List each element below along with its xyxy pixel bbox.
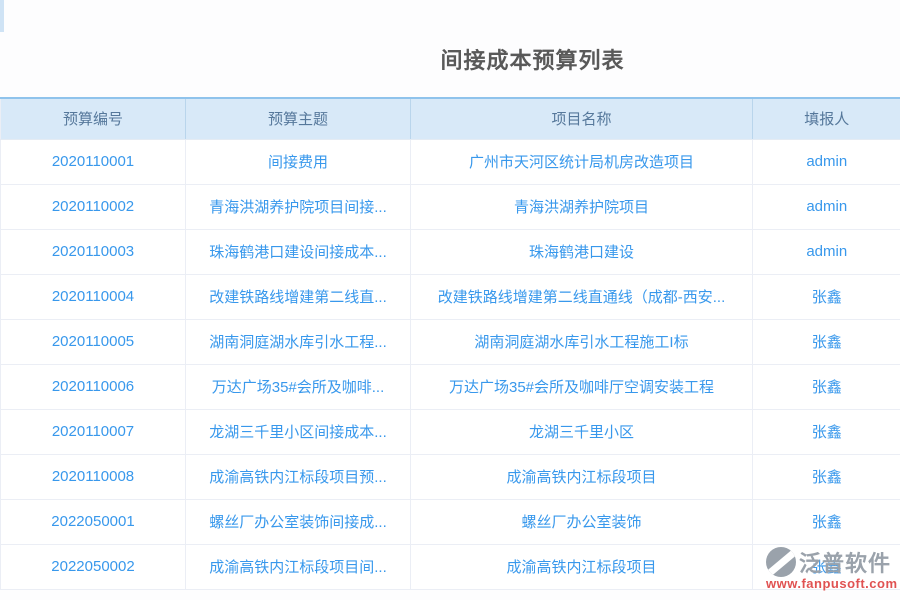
subject-cell[interactable]: 龙湖三千里小区间接成本...	[186, 409, 411, 454]
reporter-cell[interactable]: 张鑫	[753, 319, 900, 364]
project-cell[interactable]: 成渝高铁内江标段项目	[411, 544, 753, 589]
reporter-cell[interactable]: 张鑫	[753, 364, 900, 409]
title-bar: 间接成本预算列表	[0, 0, 900, 97]
budget_no-cell[interactable]: 2020110002	[1, 184, 186, 229]
table-row: 2020110001间接费用广州市天河区统计局机房改造项目admin	[1, 139, 900, 184]
subject-cell[interactable]: 间接费用	[186, 139, 411, 184]
reporter-cell[interactable]: 张鑫	[753, 544, 900, 589]
budget_no-cell[interactable]: 2020110006	[1, 364, 186, 409]
column-header-budget_no: 预算编号	[1, 98, 186, 139]
budget-table: 预算编号预算主题项目名称填报人 2020110001间接费用广州市天河区统计局机…	[0, 97, 900, 590]
subject-cell[interactable]: 万达广场35#会所及咖啡...	[186, 364, 411, 409]
project-cell[interactable]: 青海洪湖养护院项目	[411, 184, 753, 229]
table-row: 2020110008成渝高铁内江标段项目预...成渝高铁内江标段项目张鑫	[1, 454, 900, 499]
table-row: 2020110006万达广场35#会所及咖啡...万达广场35#会所及咖啡厅空调…	[1, 364, 900, 409]
subject-cell[interactable]: 螺丝厂办公室装饰间接成...	[186, 499, 411, 544]
project-cell[interactable]: 成渝高铁内江标段项目	[411, 454, 753, 499]
column-header-project: 项目名称	[411, 98, 753, 139]
reporter-cell[interactable]: 张鑫	[753, 409, 900, 454]
header-row: 预算编号预算主题项目名称填报人	[1, 98, 900, 139]
table-row: 2020110004改建铁路线增建第二线直...改建铁路线增建第二线直通线（成都…	[1, 274, 900, 319]
reporter-cell[interactable]: 张鑫	[753, 454, 900, 499]
budget_no-cell[interactable]: 2022050001	[1, 499, 186, 544]
reporter-cell[interactable]: admin	[753, 139, 900, 184]
reporter-cell[interactable]: admin	[753, 184, 900, 229]
project-cell[interactable]: 湖南洞庭湖水库引水工程施工I标	[411, 319, 753, 364]
subject-cell[interactable]: 成渝高铁内江标段项目间...	[186, 544, 411, 589]
table-row: 2020110002青海洪湖养护院项目间接...青海洪湖养护院项目admin	[1, 184, 900, 229]
budget_no-cell[interactable]: 2020110005	[1, 319, 186, 364]
project-cell[interactable]: 珠海鹤港口建设	[411, 229, 753, 274]
project-cell[interactable]: 龙湖三千里小区	[411, 409, 753, 454]
subject-cell[interactable]: 湖南洞庭湖水库引水工程...	[186, 319, 411, 364]
budget_no-cell[interactable]: 2020110001	[1, 139, 186, 184]
project-cell[interactable]: 万达广场35#会所及咖啡厅空调安装工程	[411, 364, 753, 409]
reporter-cell[interactable]: 张鑫	[753, 274, 900, 319]
table-row: 2020110003珠海鹤港口建设间接成本...珠海鹤港口建设admin	[1, 229, 900, 274]
table-row: 2022050001螺丝厂办公室装饰间接成...螺丝厂办公室装饰张鑫	[1, 499, 900, 544]
project-cell[interactable]: 广州市天河区统计局机房改造项目	[411, 139, 753, 184]
budget_no-cell[interactable]: 2020110003	[1, 229, 186, 274]
page-title: 间接成本预算列表	[440, 43, 624, 75]
table-row: 2020110007龙湖三千里小区间接成本...龙湖三千里小区张鑫	[1, 409, 900, 454]
subject-cell[interactable]: 成渝高铁内江标段项目预...	[186, 454, 411, 499]
corner-sliver	[0, 0, 4, 32]
project-cell[interactable]: 螺丝厂办公室装饰	[411, 499, 753, 544]
budget_no-cell[interactable]: 2020110007	[1, 409, 186, 454]
subject-cell[interactable]: 改建铁路线增建第二线直...	[186, 274, 411, 319]
table-row: 2020110005湖南洞庭湖水库引水工程...湖南洞庭湖水库引水工程施工I标张…	[1, 319, 900, 364]
column-header-subject: 预算主题	[186, 98, 411, 139]
column-header-reporter: 填报人	[753, 98, 900, 139]
table-body: 2020110001间接费用广州市天河区统计局机房改造项目admin202011…	[1, 139, 900, 589]
subject-cell[interactable]: 珠海鹤港口建设间接成本...	[186, 229, 411, 274]
budget_no-cell[interactable]: 2020110004	[1, 274, 186, 319]
subject-cell[interactable]: 青海洪湖养护院项目间接...	[186, 184, 411, 229]
budget_no-cell[interactable]: 2022050002	[1, 544, 186, 589]
budget_no-cell[interactable]: 2020110008	[1, 454, 186, 499]
table-row: 2022050002成渝高铁内江标段项目间...成渝高铁内江标段项目张鑫	[1, 544, 900, 589]
reporter-cell[interactable]: 张鑫	[753, 499, 900, 544]
reporter-cell[interactable]: admin	[753, 229, 900, 274]
project-cell[interactable]: 改建铁路线增建第二线直通线（成都-西安...	[411, 274, 753, 319]
